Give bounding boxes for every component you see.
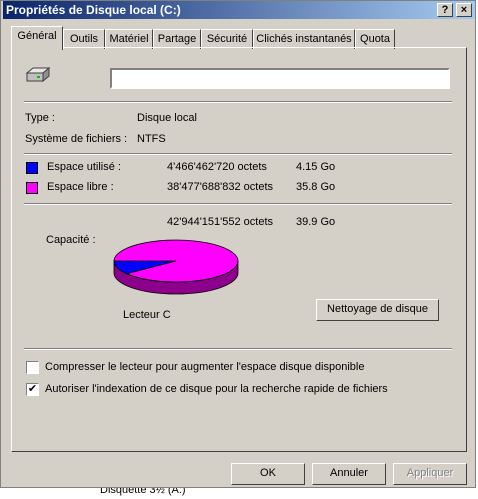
hard-drive-icon [25,67,51,83]
capacity-size: 39.9 Go [296,216,336,228]
floppy-drive-label: Disquette 3½ (A:) [100,488,186,496]
tab-shadow-copies[interactable]: Clichés instantanés [253,29,355,49]
background-fragment: Disquette 3½ (A:) [0,488,478,499]
free-space-swatch [26,182,38,194]
window-title: Propriétés de Disque local (C:) [6,3,181,17]
ok-label: OK [260,467,276,479]
separator [24,153,452,155]
tab-tools[interactable]: Outils [63,29,105,49]
file-system-label: Système de fichiers : [25,133,128,145]
properties-window: Propriétés de Disque local (C:) ? × Géné… [0,0,476,488]
tab-sharing[interactable]: Partage [153,29,201,49]
cancel-label: Annuler [330,467,368,479]
type-value: Disque local [137,112,197,124]
ok-button[interactable]: OK [231,463,305,485]
cancel-button[interactable]: Annuler [312,463,386,485]
used-space-size: 4.15 Go [296,161,336,173]
separator [24,101,452,103]
separator [24,203,452,205]
volume-name-input[interactable] [110,68,450,89]
tab-hardware[interactable]: Matériel [105,29,153,49]
tab-security[interactable]: Sécurité [201,29,253,49]
apply-label: Appliquer [406,467,454,479]
file-system-value: NTFS [137,133,166,145]
free-space-size: 35.8 Go [296,181,336,193]
compress-label[interactable]: Compresser le lecteur pour augmenter l'e… [45,361,364,373]
disk-cleanup-label: Nettoyage de disque [327,303,428,315]
compress-checkbox[interactable] [26,361,39,374]
capacity-label: Capacité : [46,234,96,246]
index-checkbox[interactable]: ✔ [26,383,39,396]
free-space-bytes: 38'477'688'832 octets [167,181,273,193]
disk-cleanup-button[interactable]: Nettoyage de disque [316,299,439,321]
used-space-label: Espace utilisé : [47,161,121,173]
tab-general[interactable]: Général [11,26,63,50]
tab-quota[interactable]: Quota [355,29,395,49]
title-bar[interactable]: Propriétés de Disque local (C:) ? × [3,1,475,19]
used-space-swatch [26,162,38,174]
disk-usage-pie-chart [113,239,239,295]
drive-letter-label: Lecteur C [123,309,171,321]
used-space-bytes: 4'466'462'720 octets [167,161,267,173]
index-label[interactable]: Autoriser l'indexation de ce disque pour… [45,383,388,395]
capacity-bytes: 42'944'151'552 octets [167,216,273,228]
separator [24,348,452,350]
help-button[interactable]: ? [437,3,453,17]
type-label: Type : [25,112,55,124]
free-space-label: Espace libre : [47,181,114,193]
close-button[interactable]: × [456,3,472,17]
apply-button: Appliquer [393,463,467,485]
pie-slice-free [113,239,239,283]
